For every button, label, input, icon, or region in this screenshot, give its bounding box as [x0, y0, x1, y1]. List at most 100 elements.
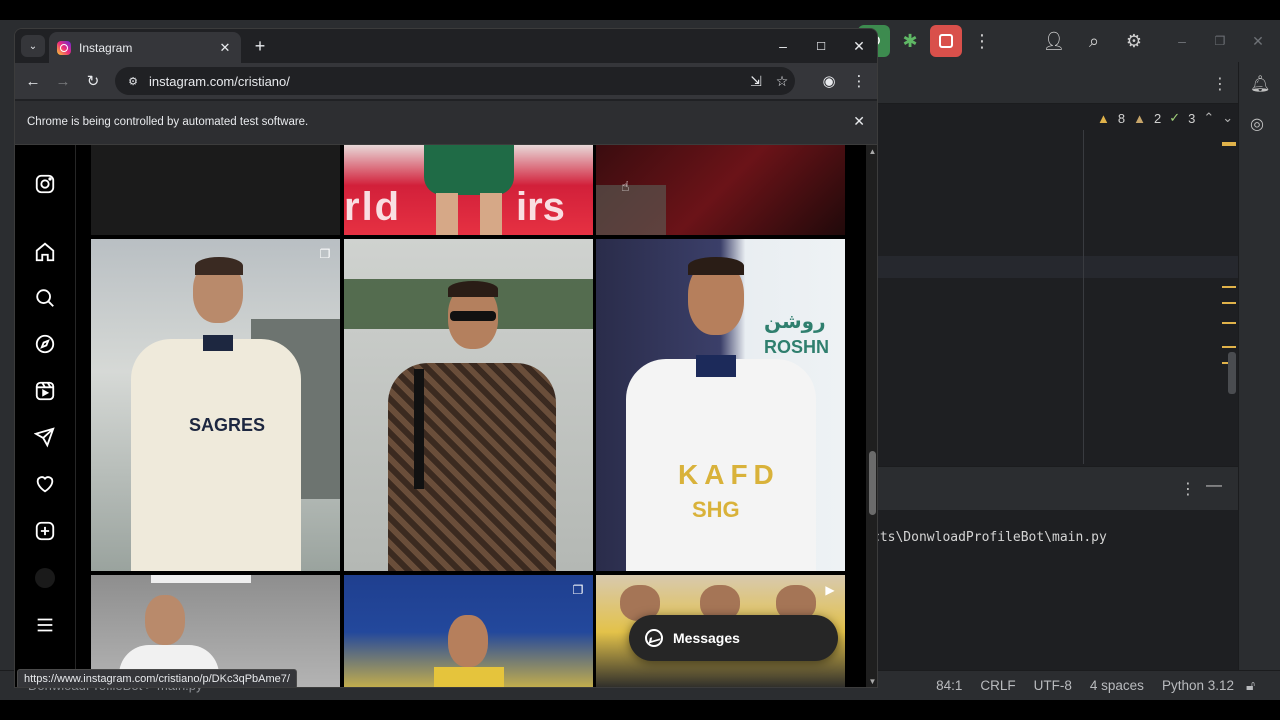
page-scrollbar[interactable]: ▲ ▼: [866, 145, 877, 687]
new-tab-icon[interactable]: +: [249, 35, 271, 57]
typos-count: 3: [1188, 110, 1196, 126]
post-tile[interactable]: rld irs: [344, 145, 593, 235]
tab-title: Instagram: [79, 40, 133, 55]
ide-minimize-icon[interactable]: –: [1166, 25, 1198, 57]
screen: ↻ ✱ ⋮ 👤︎ ⌕ ⚙ – ❐ ✕ ⋮ ▲ 8 ▲ 2 ✓ 3 ⌃ ⌄: [0, 0, 1280, 720]
warning-icon: ▲: [1097, 110, 1110, 126]
python-interpreter[interactable]: Python 3.12: [1162, 678, 1234, 693]
ide-scroll-marker: [1222, 322, 1236, 324]
post-tile[interactable]: [596, 145, 845, 235]
post-tile[interactable]: ❐: [344, 575, 593, 687]
post-tile[interactable]: [91, 145, 340, 235]
url-text[interactable]: instagram.com/cristiano/: [149, 74, 743, 89]
typo-icon: ✓: [1169, 110, 1181, 125]
scroll-down-icon[interactable]: ▼: [868, 677, 877, 686]
tab-close-icon[interactable]: ✕: [217, 40, 233, 56]
stop-icon[interactable]: [930, 25, 962, 57]
search-everywhere-icon[interactable]: ⌕: [1078, 25, 1110, 57]
profile-icon[interactable]: ◉: [817, 69, 841, 93]
carousel-icon: ❐: [572, 583, 584, 597]
messages-button[interactable]: Messages: [629, 615, 838, 661]
site-info-icon[interactable]: ⚙: [123, 71, 143, 91]
messages-icon[interactable]: [32, 424, 58, 450]
ide-left-toolstrip: [0, 62, 14, 670]
messenger-icon: [645, 629, 663, 647]
line-separator[interactable]: CRLF: [980, 678, 1015, 693]
read-only-lock-icon[interactable]: 🔓︎: [1246, 677, 1255, 694]
account-icon[interactable]: 👤︎: [1038, 25, 1070, 57]
ide-close-icon[interactable]: ✕: [1242, 25, 1274, 57]
console-line: cts\DonwloadProfileBot\main.py: [872, 530, 1107, 545]
scroll-up-icon[interactable]: ▲: [868, 147, 877, 156]
next-highlight-icon[interactable]: ⌄: [1222, 110, 1233, 126]
profile-avatar[interactable]: [32, 565, 58, 591]
ide-inspections[interactable]: ▲ 8 ▲ 2 ✓ 3 ⌃ ⌄: [1097, 110, 1233, 126]
ide-scroll-marker: [1222, 142, 1236, 146]
heart-icon[interactable]: [32, 471, 58, 497]
search-icon[interactable]: [32, 285, 58, 311]
ide-status-items: 84:1 CRLF UTF-8 4 spaces Python 3.12: [936, 678, 1234, 693]
debug-icon[interactable]: ✱: [894, 25, 926, 57]
create-icon[interactable]: [32, 518, 58, 544]
explore-icon[interactable]: [32, 331, 58, 357]
ide-run-panel-header: ⋮ —: [878, 466, 1238, 510]
minimize-icon[interactable]: –: [771, 35, 795, 57]
run-panel-options-icon[interactable]: ⋮: [1180, 479, 1196, 499]
indent-setting[interactable]: 4 spaces: [1090, 678, 1144, 693]
link-status-bubble: https://www.instagram.com/cristiano/p/DK…: [17, 669, 297, 687]
chrome-window: ⌄ Instagram ✕ + – ☐ ✕ ← → ↻ ⚙ instagram.…: [14, 28, 878, 688]
post-tile[interactable]: SAGRES ❐: [91, 239, 340, 571]
ide-editor-tabs: ⋮: [878, 62, 1238, 104]
ide-guide-line: [1083, 130, 1084, 464]
carousel-icon: ❐: [319, 247, 331, 261]
file-encoding[interactable]: UTF-8: [1034, 678, 1072, 693]
ide-scroll-marker: [1222, 302, 1236, 304]
reel-icon: ▶: [825, 583, 835, 597]
menu-icon[interactable]: [32, 612, 58, 638]
bookmark-star-icon[interactable]: ☆: [769, 69, 795, 93]
instagram-page: rld irs SAGRES ❐ روشن ROSHN KAFD SHG ❐ ▶…: [15, 145, 877, 687]
home-icon[interactable]: [32, 239, 58, 265]
notifications-icon[interactable]: 🔔︎: [1250, 74, 1270, 94]
maximize-icon[interactable]: ☐: [809, 35, 833, 57]
instagram-favicon-icon: [57, 40, 71, 55]
instagram-sidebar: [15, 145, 76, 687]
infobar-text: Chrome is being controlled by automated …: [27, 116, 309, 128]
ide-scroll-marker: [1222, 346, 1236, 348]
ai-assistant-icon[interactable]: ◎: [1250, 114, 1264, 134]
caret-position[interactable]: 84:1: [936, 678, 962, 693]
ide-current-line: [878, 256, 1238, 278]
ide-tabs-more-icon[interactable]: ⋮: [1212, 74, 1228, 94]
tab-instagram[interactable]: Instagram ✕: [49, 32, 241, 63]
infobar-close-icon[interactable]: ✕: [853, 113, 865, 130]
ide-editor-scrollbar[interactable]: [1228, 352, 1236, 394]
ide-right-toolstrip: 🔔︎ ◎: [1238, 62, 1280, 700]
prev-highlight-icon[interactable]: ⌃: [1203, 110, 1214, 126]
browser-toolbar: ← → ↻ ⚙ instagram.com/cristiano/ ⇲ ☆ ◉ ⋮: [15, 63, 877, 99]
weak-warning-icon: ▲: [1133, 110, 1146, 126]
close-window-icon[interactable]: ✕: [847, 35, 871, 57]
tab-strip: ⌄ Instagram ✕ + – ☐ ✕: [15, 29, 877, 63]
tab-search-icon[interactable]: ⌄: [21, 35, 45, 57]
forward-icon[interactable]: →: [51, 69, 75, 93]
reels-icon[interactable]: [32, 378, 58, 404]
ide-scroll-marker: [1222, 286, 1236, 288]
install-app-icon[interactable]: ⇲: [743, 69, 769, 93]
address-bar[interactable]: ⚙ instagram.com/cristiano/ ⇲ ☆: [115, 67, 795, 95]
posts-grid: rld irs SAGRES ❐ روشن ROSHN KAFD SHG ❐ ▶: [91, 145, 847, 687]
run-panel-hide-icon[interactable]: —: [1206, 477, 1222, 495]
weak-warnings-count: 2: [1153, 110, 1162, 126]
automation-infobar: Chrome is being controlled by automated …: [15, 101, 877, 145]
more-actions-icon[interactable]: ⋮: [966, 25, 998, 57]
instagram-logo-icon[interactable]: [32, 171, 58, 197]
post-tile[interactable]: روشن ROSHN KAFD SHG: [596, 239, 845, 571]
warnings-count: 8: [1117, 110, 1126, 126]
reload-icon[interactable]: ↻: [81, 69, 105, 93]
back-icon[interactable]: ←: [21, 69, 45, 93]
ide-restore-icon[interactable]: ❐: [1204, 25, 1236, 57]
chrome-menu-icon[interactable]: ⋮: [847, 69, 871, 93]
post-tile[interactable]: [344, 239, 593, 571]
settings-icon[interactable]: ⚙: [1118, 25, 1150, 57]
scroll-thumb[interactable]: [869, 451, 876, 515]
hand-cursor-icon: ☝: [621, 178, 630, 194]
